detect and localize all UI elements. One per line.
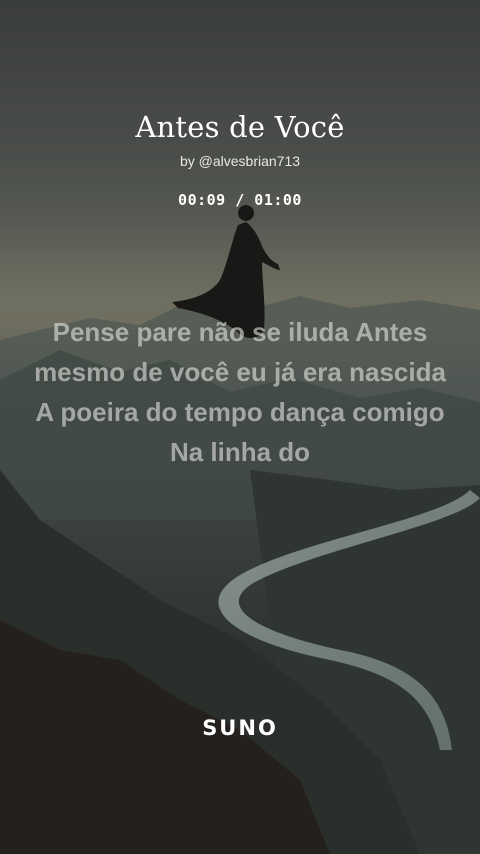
song-title: Antes de Você xyxy=(135,110,345,144)
artist-byline: by @alvesbrian713 xyxy=(179,153,301,169)
playback-timer: 00:09 / 01:00 xyxy=(178,191,302,209)
video-frame: Antes de Você by @alvesbrian713 00:09 / … xyxy=(0,0,480,854)
suno-logo: SUNO xyxy=(202,716,278,740)
lyrics-text: Pense pare não se iluda Antes mesmo de v… xyxy=(34,317,446,467)
